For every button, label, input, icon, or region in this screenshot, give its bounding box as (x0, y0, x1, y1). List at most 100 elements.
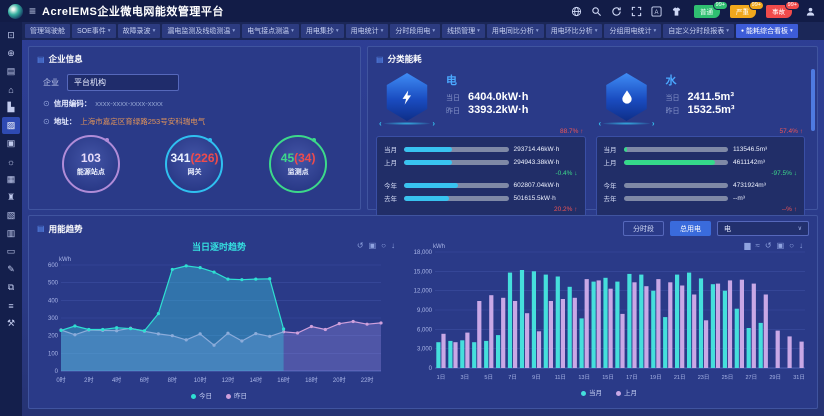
energy-categories: ‹› 电 当日6404.0kW·h昨日3393.2kW·h 88.7% ↑ 当月… (368, 65, 817, 217)
nav-tab[interactable]: 线损管理▾ (442, 24, 485, 38)
panel-title-icon: ▤ (376, 55, 384, 64)
company-label: 企业 (43, 77, 59, 88)
svg-text:0: 0 (55, 369, 59, 375)
nav-tab[interactable]: 分组用电统计▾ (604, 24, 661, 38)
meter-row: 当月293714.46kW·h (384, 144, 578, 154)
alarm-badges: 普通99+ 严重99+ 事故99+ (694, 5, 792, 18)
translate-icon[interactable]: A (650, 5, 662, 17)
tower-icon[interactable]: ♜ (2, 189, 20, 206)
nav-tab[interactable]: ●能耗综合看板▾ (736, 24, 798, 38)
legend-item[interactable]: 昨日 (226, 390, 247, 400)
fullscreen-icon[interactable] (630, 5, 642, 17)
nav-tab[interactable]: 用电统计▾ (346, 24, 389, 38)
app-title: AcrelEMS企业微电网能效管理平台 (42, 3, 224, 19)
globe-icon[interactable]: ⊕ (2, 45, 20, 62)
nav-tab[interactable]: 用电集抄▾ (301, 24, 344, 38)
svg-text:kWh: kWh (433, 244, 445, 250)
edit-icon[interactable]: ✎ (2, 261, 20, 278)
refresh-icon[interactable] (610, 5, 622, 17)
bar-chart-legend[interactable]: 当月 上月 (405, 387, 813, 397)
svg-text:9日: 9日 (532, 374, 541, 381)
tools-icon[interactable]: ⚒ (2, 315, 20, 332)
copy-icon[interactable]: ⧉ (2, 279, 20, 296)
meter-row: 当月113546.5m³ (604, 144, 798, 154)
energy-panel-title: ▤ 分类能耗 (368, 47, 817, 65)
alarm-badge[interactable]: 严重99+ (730, 5, 756, 18)
nav-tab[interactable]: 用电同比分析▾ (487, 24, 544, 38)
svg-text:27日: 27日 (745, 374, 757, 381)
svg-text:200: 200 (48, 334, 59, 340)
download-icon[interactable]: ↓ (799, 241, 803, 250)
restore-icon[interactable]: ↺ (357, 241, 364, 250)
nav-tab[interactable]: 电气接点测温▾ (242, 24, 299, 38)
bulb-icon[interactable]: ☼ (2, 153, 20, 170)
data-view-icon[interactable]: ▣ (777, 241, 785, 250)
total-electricity-button[interactable]: 总用电 (670, 221, 711, 236)
monitor-icon[interactable]: ⊡ (2, 27, 20, 44)
restore-icon[interactable]: ↺ (765, 241, 772, 250)
bar-type-icon[interactable]: ▆ (744, 241, 750, 250)
svg-text:3,000: 3,000 (417, 347, 433, 353)
svg-text:6时: 6时 (140, 376, 149, 384)
panel-scrollbar[interactable] (811, 69, 815, 131)
day-change: 88.7% ↑ (376, 128, 584, 135)
address-label: 地址： (54, 116, 77, 127)
meter-row: 去年--m³ (604, 193, 798, 203)
data-view-icon[interactable]: ▣ (369, 241, 377, 250)
theme-icon[interactable] (670, 5, 682, 17)
category-name: 电 (446, 72, 584, 88)
legend-item[interactable]: 上月 (616, 387, 637, 397)
globe-icon[interactable] (570, 5, 582, 17)
daily-compare-block: ▆ ≈ ↺ ▣ ○ ↓ 03,0006,0009,00012,00015,000… (405, 238, 813, 400)
nav-tab[interactable]: 分时段用电▾ (390, 24, 440, 38)
folder-icon[interactable]: ▤ (2, 63, 20, 80)
daily-compare-chart[interactable]: 03,0006,0009,00012,00015,00018,000kWh1日3… (405, 238, 813, 387)
chevron-down-icon: ∨ (798, 225, 802, 232)
user-icon[interactable] (804, 5, 816, 17)
energy-type-select[interactable]: 电 ∨ (717, 221, 809, 236)
document-icon[interactable]: ≡ (2, 297, 20, 314)
energy-category-card: ‹› 电 当日6404.0kW·h昨日3393.2kW·h 88.7% ↑ 当月… (376, 69, 586, 217)
alarm-badge[interactable]: 事故99+ (766, 5, 792, 18)
video-icon[interactable]: ▣ (2, 135, 20, 152)
interval-button[interactable]: 分时段 (623, 221, 664, 236)
nav-tab[interactable]: 自定义分时段报表▾ (663, 24, 734, 38)
year-change: 20.2% ↑ (384, 206, 578, 213)
nav-tab[interactable]: SOE事件▾ (72, 24, 116, 38)
svg-text:21日: 21日 (674, 374, 686, 381)
calendar-icon[interactable]: ▧ (2, 207, 20, 224)
svg-text:16时: 16时 (277, 376, 290, 384)
meter-row: 上月294943.38kW·h (384, 157, 578, 167)
category-value-row: 昨日3393.2kW·h (446, 104, 584, 116)
svg-text:kWh: kWh (59, 257, 71, 263)
building-icon[interactable]: ⌂ (2, 81, 20, 98)
nav-tab[interactable]: 用电环比分析▾ (546, 24, 603, 38)
grid-icon[interactable]: ▦ (2, 171, 20, 188)
nav-tab[interactable]: 管理驾驶舱 (25, 24, 70, 38)
menu-toggle-icon[interactable]: ≡ (29, 5, 36, 17)
energy-trend-panel: ▤ 用能趋势 分时段 总用电 电 ∨ 当日逐时趋势 ↺ ▣ ○ ↓ (28, 215, 818, 409)
line-type-icon[interactable]: ≈ (756, 241, 760, 250)
svg-text:0: 0 (429, 366, 433, 372)
refresh-icon[interactable]: ○ (789, 241, 794, 250)
refresh-icon[interactable]: ○ (381, 241, 386, 250)
search-icon[interactable] (590, 5, 602, 17)
keyboard-icon[interactable]: ▥ (2, 225, 20, 242)
day-change: 57.4% ↑ (596, 128, 804, 135)
svg-text:13日: 13日 (578, 374, 590, 381)
company-select[interactable]: 平台机构 (67, 74, 179, 91)
legend-item[interactable]: 今日 (191, 390, 212, 400)
credit-code-label: 信用编码： (54, 98, 92, 109)
download-icon[interactable]: ↓ (391, 241, 395, 250)
nav-tab[interactable]: 漏电监测及线缆测温▾ (162, 24, 240, 38)
hourly-trend-chart[interactable]: 0100200300400500600kWh0时2时4时6时8时10时12时14… (33, 253, 405, 390)
media-chart-icon[interactable]: ▨ (2, 117, 20, 134)
bar-chart-icon[interactable]: ▙ (2, 99, 20, 116)
nav-tab[interactable]: 故障录波▾ (118, 24, 161, 38)
panel-title-icon: ▤ (37, 224, 45, 233)
battery-icon[interactable]: ▭ (2, 243, 20, 260)
legend-item[interactable]: 当月 (581, 387, 602, 397)
energy-category-card: ‹› 水 当日2411.5m³昨日1532.5m³ 57.4% ↑ 当月1135… (596, 69, 806, 217)
alarm-badge[interactable]: 普通99+ (694, 5, 720, 18)
line-chart-legend[interactable]: 今日 昨日 (33, 390, 405, 400)
